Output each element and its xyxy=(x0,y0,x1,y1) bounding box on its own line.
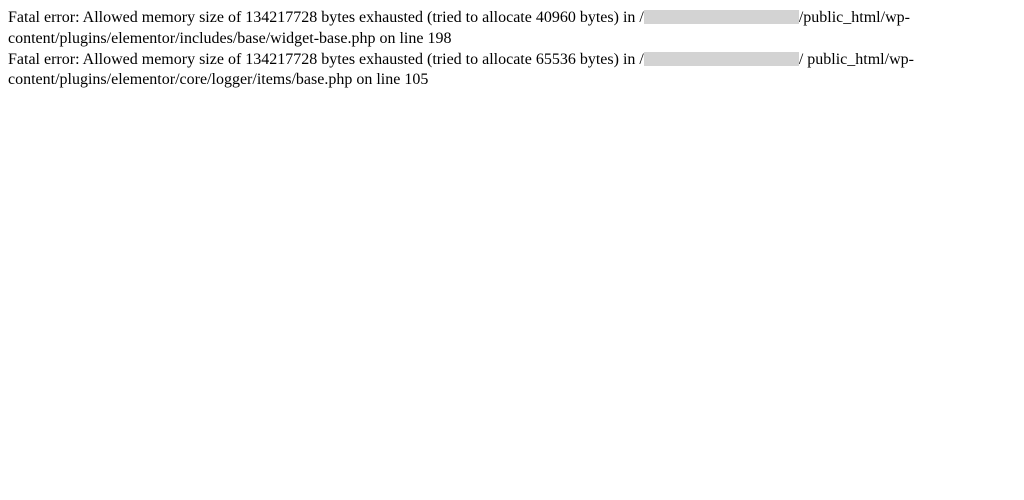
error-text-prefix: Fatal error: Allowed memory size of 1342… xyxy=(8,51,644,68)
error-text-suffix: / public_html/wp- xyxy=(799,51,914,68)
error-text-line2: content/plugins/elementor/core/logger/it… xyxy=(8,71,428,88)
redacted-path xyxy=(644,10,799,24)
php-error-1: Fatal error: Allowed memory size of 1342… xyxy=(8,8,1016,50)
php-error-2: Fatal error: Allowed memory size of 1342… xyxy=(8,50,1016,92)
redacted-path xyxy=(644,52,799,66)
error-text-prefix: Fatal error: Allowed memory size of 1342… xyxy=(8,9,644,26)
error-text-line2: content/plugins/elementor/includes/base/… xyxy=(8,30,451,47)
error-text-suffix: /public_html/wp- xyxy=(799,9,910,26)
